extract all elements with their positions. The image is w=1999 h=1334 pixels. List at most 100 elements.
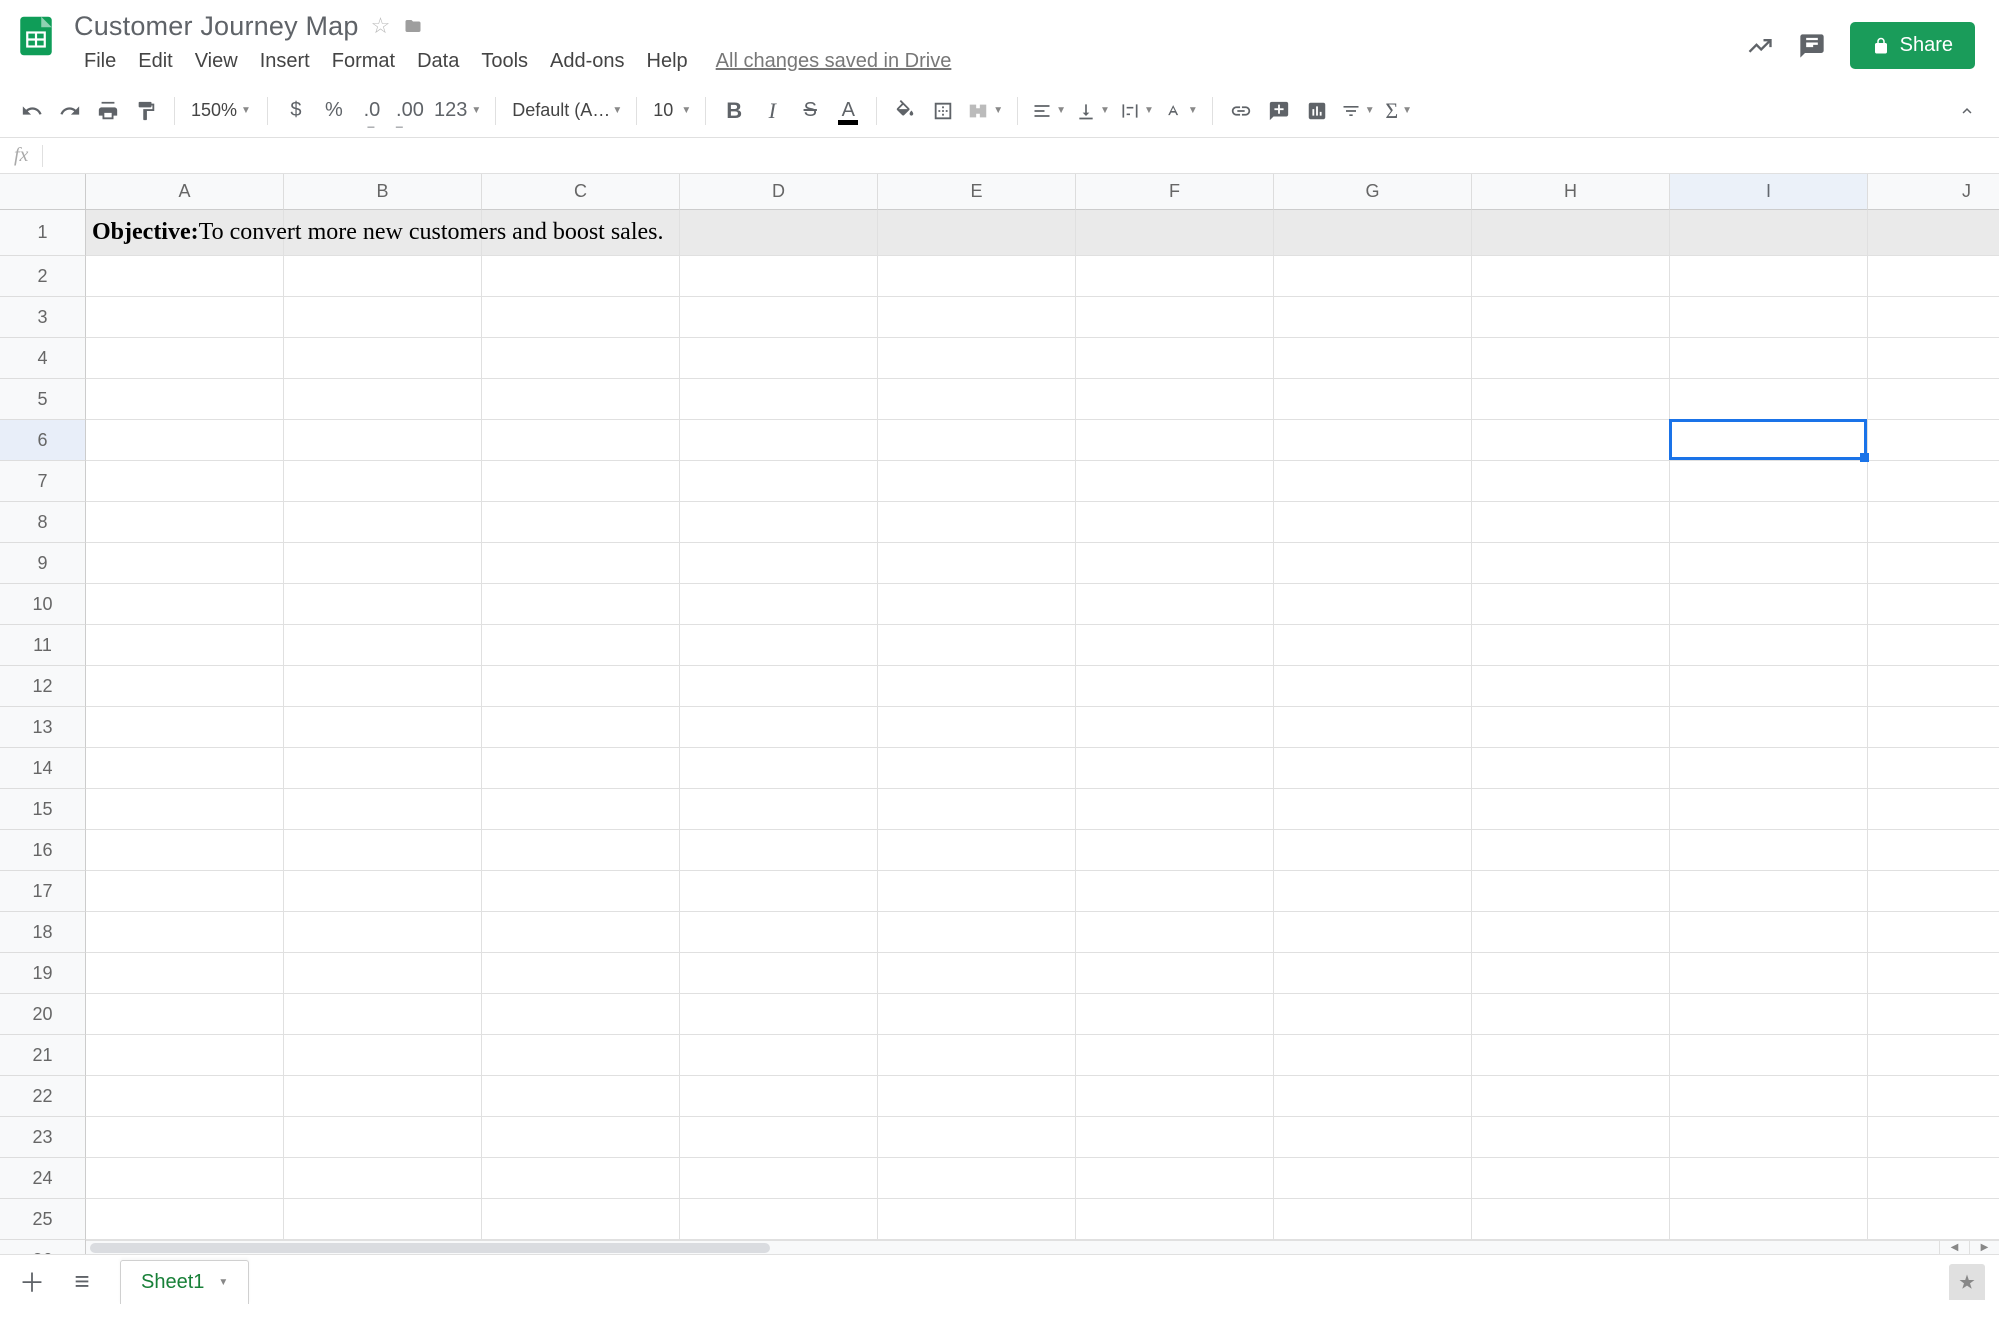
merge-cells-button[interactable]: ▼ <box>963 93 1007 129</box>
row-header[interactable]: 5 <box>0 379 86 420</box>
column-header[interactable]: B <box>284 174 482 210</box>
cell[interactable] <box>1670 1117 1868 1158</box>
cell[interactable] <box>284 666 482 707</box>
cell[interactable] <box>1670 707 1868 748</box>
cell[interactable] <box>1274 1076 1472 1117</box>
cell[interactable] <box>1472 1199 1670 1240</box>
row-header[interactable]: 19 <box>0 953 86 994</box>
strikethrough-button[interactable]: S <box>792 93 828 129</box>
bold-button[interactable]: B <box>716 93 752 129</box>
row-header[interactable]: 20 <box>0 994 86 1035</box>
insert-link-button[interactable] <box>1223 93 1259 129</box>
menu-addons[interactable]: Add-ons <box>540 46 635 77</box>
cell[interactable] <box>86 625 284 666</box>
cell[interactable] <box>1076 461 1274 502</box>
cell[interactable] <box>1868 1117 1999 1158</box>
cell[interactable] <box>1868 666 1999 707</box>
row-header[interactable]: 26 <box>0 1240 86 1254</box>
cell[interactable] <box>680 830 878 871</box>
cell[interactable] <box>1472 994 1670 1035</box>
cell[interactable] <box>86 1158 284 1199</box>
cell[interactable] <box>1868 584 1999 625</box>
cell[interactable] <box>1472 1117 1670 1158</box>
cell[interactable] <box>1076 707 1274 748</box>
cell[interactable] <box>1670 584 1868 625</box>
cell[interactable] <box>878 1117 1076 1158</box>
cell[interactable] <box>284 912 482 953</box>
cell[interactable] <box>1670 210 1868 256</box>
cell[interactable] <box>878 502 1076 543</box>
cell[interactable] <box>86 420 284 461</box>
cell[interactable] <box>680 871 878 912</box>
cell[interactable] <box>878 666 1076 707</box>
cell[interactable] <box>1076 1076 1274 1117</box>
cell[interactable] <box>1274 379 1472 420</box>
cell[interactable] <box>1868 707 1999 748</box>
cell[interactable] <box>1670 912 1868 953</box>
cell[interactable] <box>1076 994 1274 1035</box>
cell[interactable] <box>878 338 1076 379</box>
cell[interactable] <box>680 1076 878 1117</box>
cell[interactable] <box>1472 830 1670 871</box>
cell[interactable] <box>680 1199 878 1240</box>
row-header[interactable]: 18 <box>0 912 86 953</box>
cell[interactable] <box>1670 789 1868 830</box>
cell[interactable] <box>680 461 878 502</box>
cell[interactable] <box>482 1199 680 1240</box>
chevron-down-icon[interactable]: ▼ <box>218 1277 228 1288</box>
menu-format[interactable]: Format <box>322 46 405 77</box>
cell[interactable] <box>1076 1117 1274 1158</box>
explore-button[interactable] <box>1949 1264 1985 1300</box>
cell[interactable] <box>284 1199 482 1240</box>
functions-button[interactable]: Σ▼ <box>1381 93 1417 129</box>
cell[interactable] <box>1472 297 1670 338</box>
cell[interactable] <box>1868 789 1999 830</box>
cell[interactable] <box>1076 1199 1274 1240</box>
cell[interactable] <box>1670 953 1868 994</box>
cell[interactable] <box>680 338 878 379</box>
column-header[interactable]: J <box>1868 174 1999 210</box>
column-header[interactable]: F <box>1076 174 1274 210</box>
row-header[interactable]: 11 <box>0 625 86 666</box>
cell[interactable] <box>1076 584 1274 625</box>
cell[interactable] <box>284 461 482 502</box>
cell[interactable] <box>1472 1158 1670 1199</box>
cell[interactable] <box>1076 912 1274 953</box>
cell[interactable] <box>1472 1035 1670 1076</box>
cell[interactable] <box>1274 256 1472 297</box>
cell[interactable] <box>1274 625 1472 666</box>
cell[interactable] <box>1472 953 1670 994</box>
cell[interactable] <box>1472 625 1670 666</box>
cell[interactable] <box>86 461 284 502</box>
cell[interactable] <box>86 748 284 789</box>
cell[interactable] <box>1076 338 1274 379</box>
cell[interactable] <box>680 210 878 256</box>
cell[interactable] <box>1868 338 1999 379</box>
cell[interactable] <box>680 789 878 830</box>
cell[interactable] <box>86 543 284 584</box>
cell[interactable] <box>680 1117 878 1158</box>
cell[interactable] <box>1274 584 1472 625</box>
cell[interactable] <box>1274 1035 1472 1076</box>
cell[interactable] <box>86 379 284 420</box>
cell[interactable] <box>482 953 680 994</box>
cell[interactable] <box>1472 789 1670 830</box>
italic-button[interactable]: I <box>754 93 790 129</box>
cell[interactable] <box>878 994 1076 1035</box>
cell[interactable] <box>86 789 284 830</box>
cell[interactable] <box>1274 297 1472 338</box>
document-title[interactable]: Customer Journey Map <box>74 11 359 42</box>
cell[interactable] <box>1076 502 1274 543</box>
cell[interactable] <box>1868 994 1999 1035</box>
cell[interactable] <box>1868 1158 1999 1199</box>
cell[interactable] <box>1670 871 1868 912</box>
cell[interactable] <box>680 297 878 338</box>
undo-button[interactable] <box>14 93 50 129</box>
collapse-toolbar-button[interactable] <box>1949 93 1985 129</box>
cell[interactable] <box>1274 748 1472 789</box>
cell[interactable] <box>1868 748 1999 789</box>
cell[interactable] <box>878 256 1076 297</box>
cell[interactable] <box>284 871 482 912</box>
filter-button[interactable]: ▼ <box>1337 93 1379 129</box>
cell[interactable] <box>1472 1076 1670 1117</box>
